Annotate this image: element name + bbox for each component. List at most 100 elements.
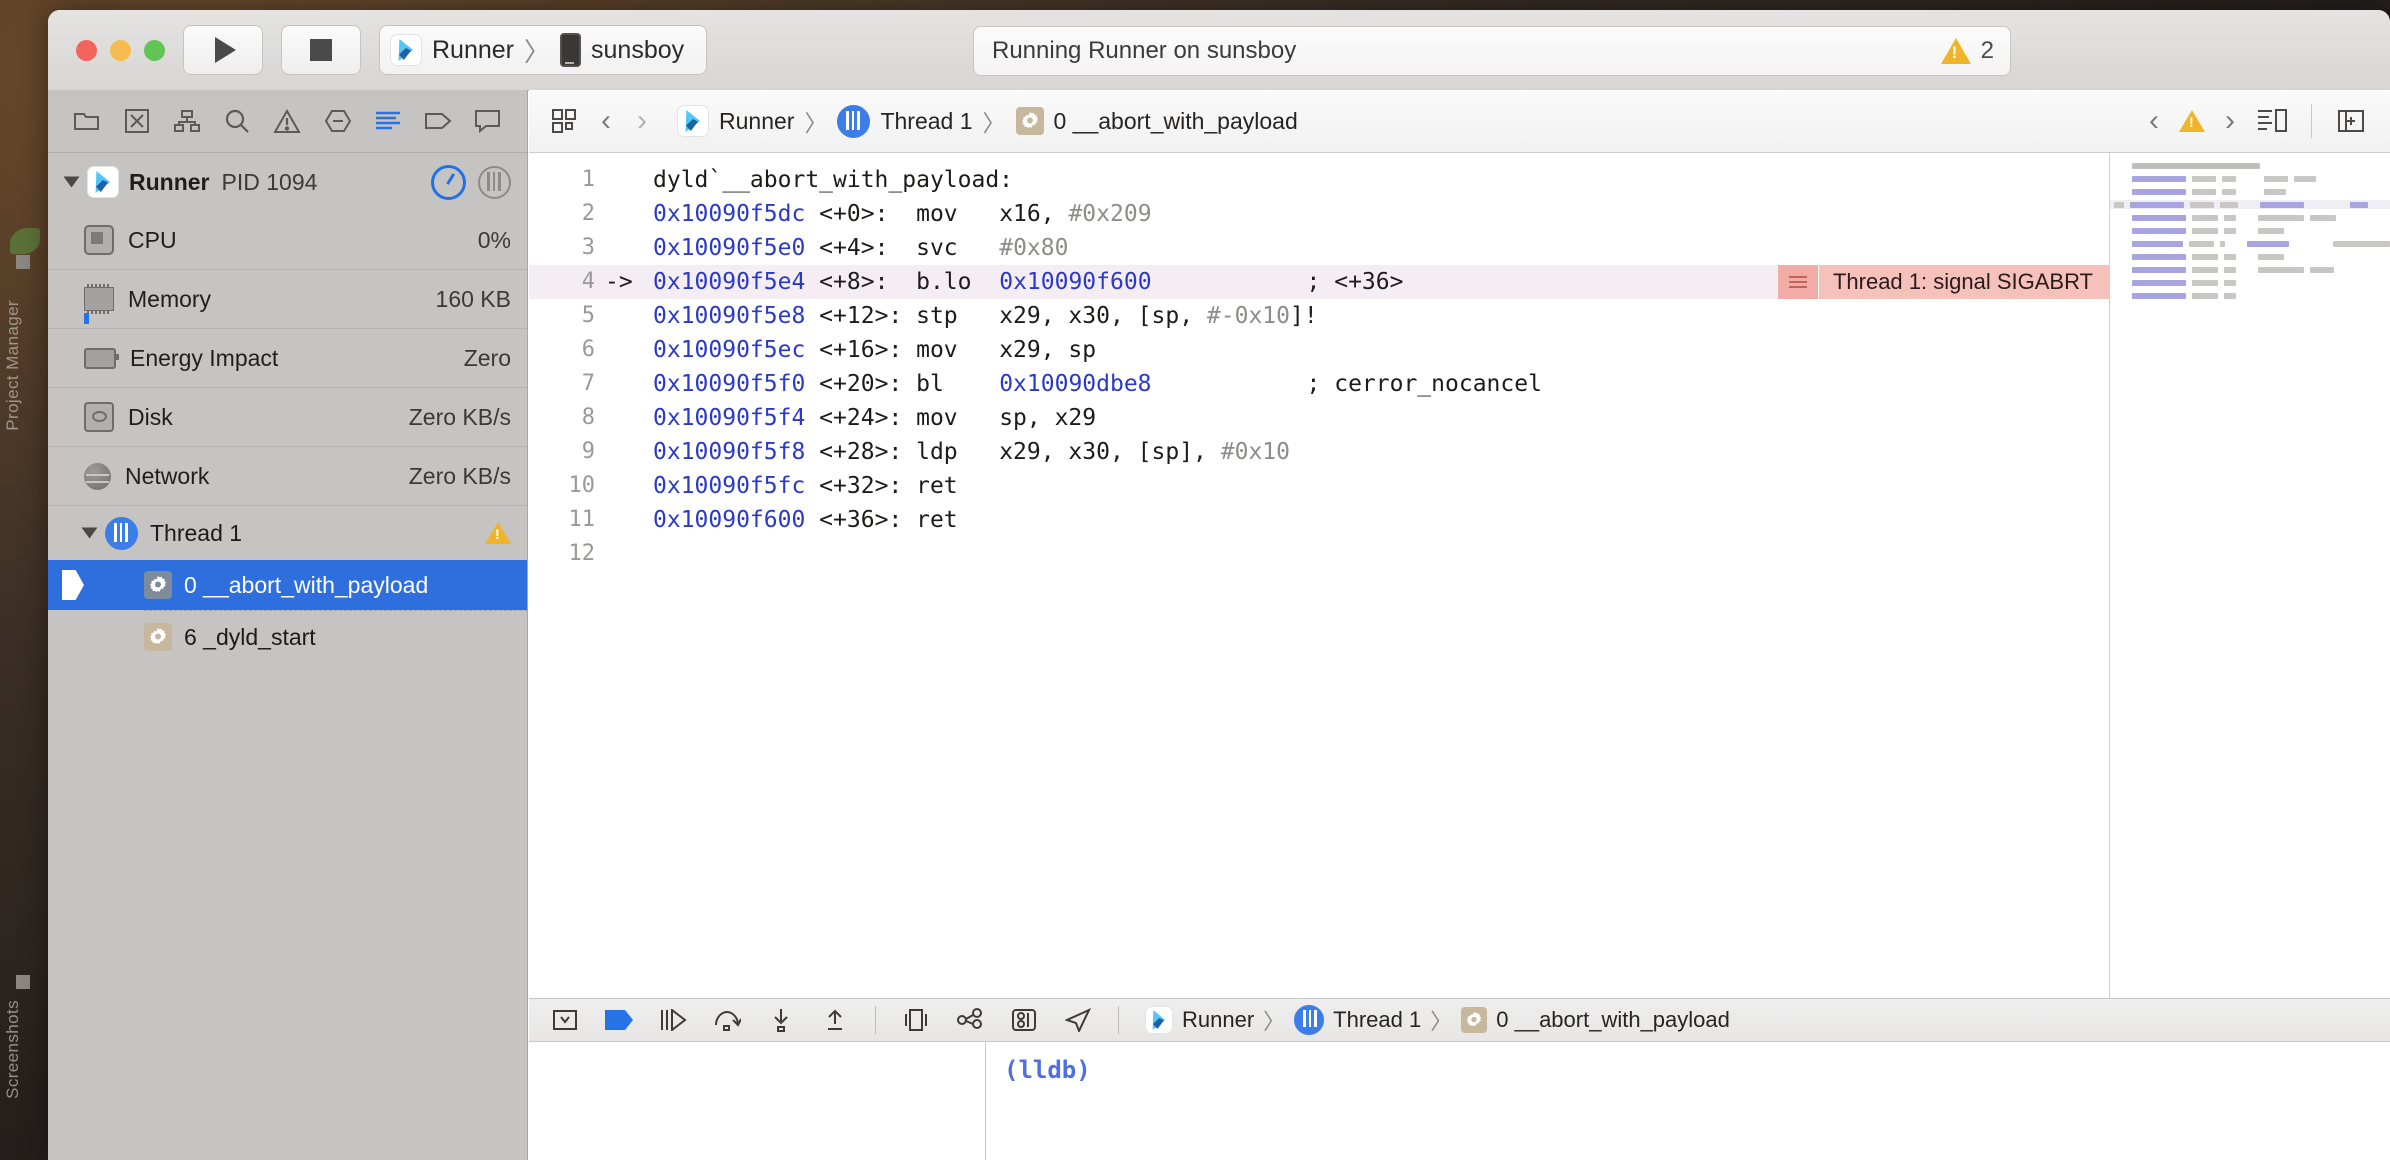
related-items-icon[interactable] <box>547 104 581 138</box>
warning-triangle-icon[interactable] <box>2179 110 2205 132</box>
line-number: 3 <box>581 235 595 260</box>
memory-usage-bar <box>84 313 89 324</box>
minimap-row <box>2110 239 2390 248</box>
toolbar-divider <box>875 1006 876 1034</box>
project-navigator-icon[interactable] <box>70 104 104 138</box>
hide-console-icon[interactable] <box>547 1004 583 1036</box>
minimap-row <box>2110 174 2390 183</box>
view-hierarchy-icon[interactable] <box>898 1004 934 1036</box>
minimap-row-current <box>2110 200 2390 209</box>
instruction-address[interactable]: 0x10090f5fc <box>653 469 805 503</box>
gauge-icon[interactable] <box>431 164 466 200</box>
branch-target-address[interactable]: 0x10090f600 <box>999 265 1151 299</box>
toolbar-divider <box>1118 1006 1119 1034</box>
line-number: 10 <box>568 473 596 498</box>
instruction-offset: <+8>: <box>805 269 889 295</box>
zoom-button[interactable] <box>144 39 165 61</box>
step-over-icon[interactable] <box>709 1004 745 1036</box>
run-button[interactable] <box>183 25 263 75</box>
minimap-row <box>2110 213 2390 222</box>
minimap-row <box>2110 161 2390 170</box>
breadcrumb-item-frame[interactable]: 0 __abort_with_payload <box>1054 108 1298 135</box>
chevron-right-icon: 〉 <box>524 36 551 67</box>
debug-breadcrumb-thread[interactable]: Thread 1 <box>1333 1007 1421 1033</box>
hierarchy-navigator-icon[interactable] <box>170 104 204 138</box>
gauge-row-memory[interactable]: Memory 160 KB <box>48 269 527 328</box>
disassembly-view[interactable]: 1 dyld`__abort_with_payload: 2 0x10090f5… <box>529 153 2109 1000</box>
threads-icon[interactable] <box>478 165 511 199</box>
minimap-row <box>2110 187 2390 196</box>
memory-graph-icon[interactable] <box>952 1004 988 1036</box>
disclosure-triangle-icon[interactable] <box>81 527 98 539</box>
instruction-address[interactable]: 0x10090f5f4 <box>653 401 805 435</box>
stack-frame-row-1[interactable]: 6 _dyld_start <box>48 612 527 662</box>
debug-breadcrumb-project[interactable]: Runner <box>1182 1007 1254 1033</box>
signal-banner[interactable]: Thread 1: signal SIGABRT <box>1777 265 2109 299</box>
breadcrumb-item-project[interactable]: Runner <box>719 108 794 135</box>
report-navigator-icon[interactable] <box>471 104 505 138</box>
forward-chevron-icon[interactable]: › <box>631 104 653 138</box>
thread-row[interactable]: Thread 1 <box>48 505 527 560</box>
environment-overrides-icon[interactable] <box>1006 1004 1042 1036</box>
breadcrumb: Runner 〉 Thread 1 〉 0 __abort_with_paylo… <box>677 104 1298 138</box>
issue-list-icon[interactable] <box>1777 265 1818 299</box>
warning-count-badge[interactable]: 2 <box>1940 37 1994 65</box>
continue-icon[interactable] <box>655 1004 691 1036</box>
instruction-address[interactable]: 0x10090f5e4 <box>653 265 805 299</box>
disclosure-triangle-icon[interactable] <box>63 176 80 188</box>
next-issue-icon[interactable]: › <box>2219 104 2241 138</box>
instruction-address[interactable]: 0x10090f5f8 <box>653 435 805 469</box>
desktop-file-icon <box>16 255 30 269</box>
thread-warning-badge <box>485 522 511 544</box>
variables-view[interactable] <box>529 1042 986 1160</box>
close-button[interactable] <box>76 39 97 61</box>
minimize-button[interactable] <box>110 39 131 61</box>
cpu-icon <box>84 225 114 255</box>
step-out-icon[interactable] <box>817 1004 853 1036</box>
instruction-address[interactable]: 0x10090f5e8 <box>653 299 805 333</box>
thread-label: Thread 1 <box>150 519 243 546</box>
breakpoint-navigator-icon[interactable] <box>321 104 355 138</box>
instruction-mnemonic: mov <box>902 405 958 431</box>
process-name: Runner <box>129 168 210 195</box>
stop-button[interactable] <box>281 25 361 75</box>
gauge-label: Disk <box>128 403 173 430</box>
instruction-operands <box>958 231 1000 265</box>
scheme-destination-selector[interactable]: Runner 〉 sunsboy <box>379 25 708 75</box>
find-navigator-icon[interactable] <box>220 104 254 138</box>
issue-navigator-icon[interactable] <box>270 104 304 138</box>
instruction-address[interactable]: 0x10090f5e0 <box>653 231 805 265</box>
console-output-view[interactable]: (lldb) <box>986 1042 2390 1160</box>
back-chevron-icon[interactable]: ‹ <box>595 104 617 138</box>
minimap[interactable] <box>2109 153 2390 1000</box>
assistant-editor-icon[interactable] <box>2255 104 2289 138</box>
branch-target-address[interactable]: 0x10090dbe8 <box>999 367 1151 401</box>
previous-issue-icon[interactable]: ‹ <box>2143 104 2165 138</box>
gauge-row-network[interactable]: Network Zero KB/s <box>48 446 527 505</box>
breakpoints-active-icon[interactable] <box>601 1004 637 1036</box>
thread-icon <box>837 104 871 138</box>
test-navigator-icon[interactable] <box>120 104 154 138</box>
add-editor-icon[interactable] <box>2334 104 2368 138</box>
stop-icon <box>310 39 332 61</box>
step-into-icon[interactable] <box>763 1004 799 1036</box>
line-number: 9 <box>581 439 595 464</box>
process-header-row[interactable]: Runner PID 1094 <box>48 153 527 211</box>
gauge-row-energy[interactable]: Energy Impact Zero <box>48 328 527 387</box>
stack-frame-row-0[interactable]: 0 __abort_with_payload <box>48 560 527 610</box>
debug-breadcrumb-frame[interactable]: 0 __abort_with_payload <box>1496 1007 1730 1033</box>
instruction-address[interactable]: 0x10090f5f0 <box>653 367 805 401</box>
code-text: dyld`__abort_with_payload: <box>653 167 1014 193</box>
tag-navigator-icon[interactable] <box>421 104 455 138</box>
instruction-address[interactable]: 0x10090f600 <box>653 503 805 537</box>
activity-status-bar[interactable]: Running Runner on sunsboy 2 <box>973 26 2011 76</box>
instruction-address[interactable]: 0x10090f5dc <box>653 197 805 231</box>
simulate-location-icon[interactable] <box>1060 1004 1096 1036</box>
line-number: 4 <box>581 269 595 294</box>
instruction-address[interactable]: 0x10090f5ec <box>653 333 805 367</box>
gauge-row-cpu[interactable]: CPU 0% <box>48 211 527 269</box>
memory-icon <box>84 284 114 314</box>
gauge-row-disk[interactable]: Disk Zero KB/s <box>48 387 527 446</box>
debug-navigator-icon[interactable] <box>371 104 405 138</box>
breadcrumb-item-thread[interactable]: Thread 1 <box>880 108 972 135</box>
